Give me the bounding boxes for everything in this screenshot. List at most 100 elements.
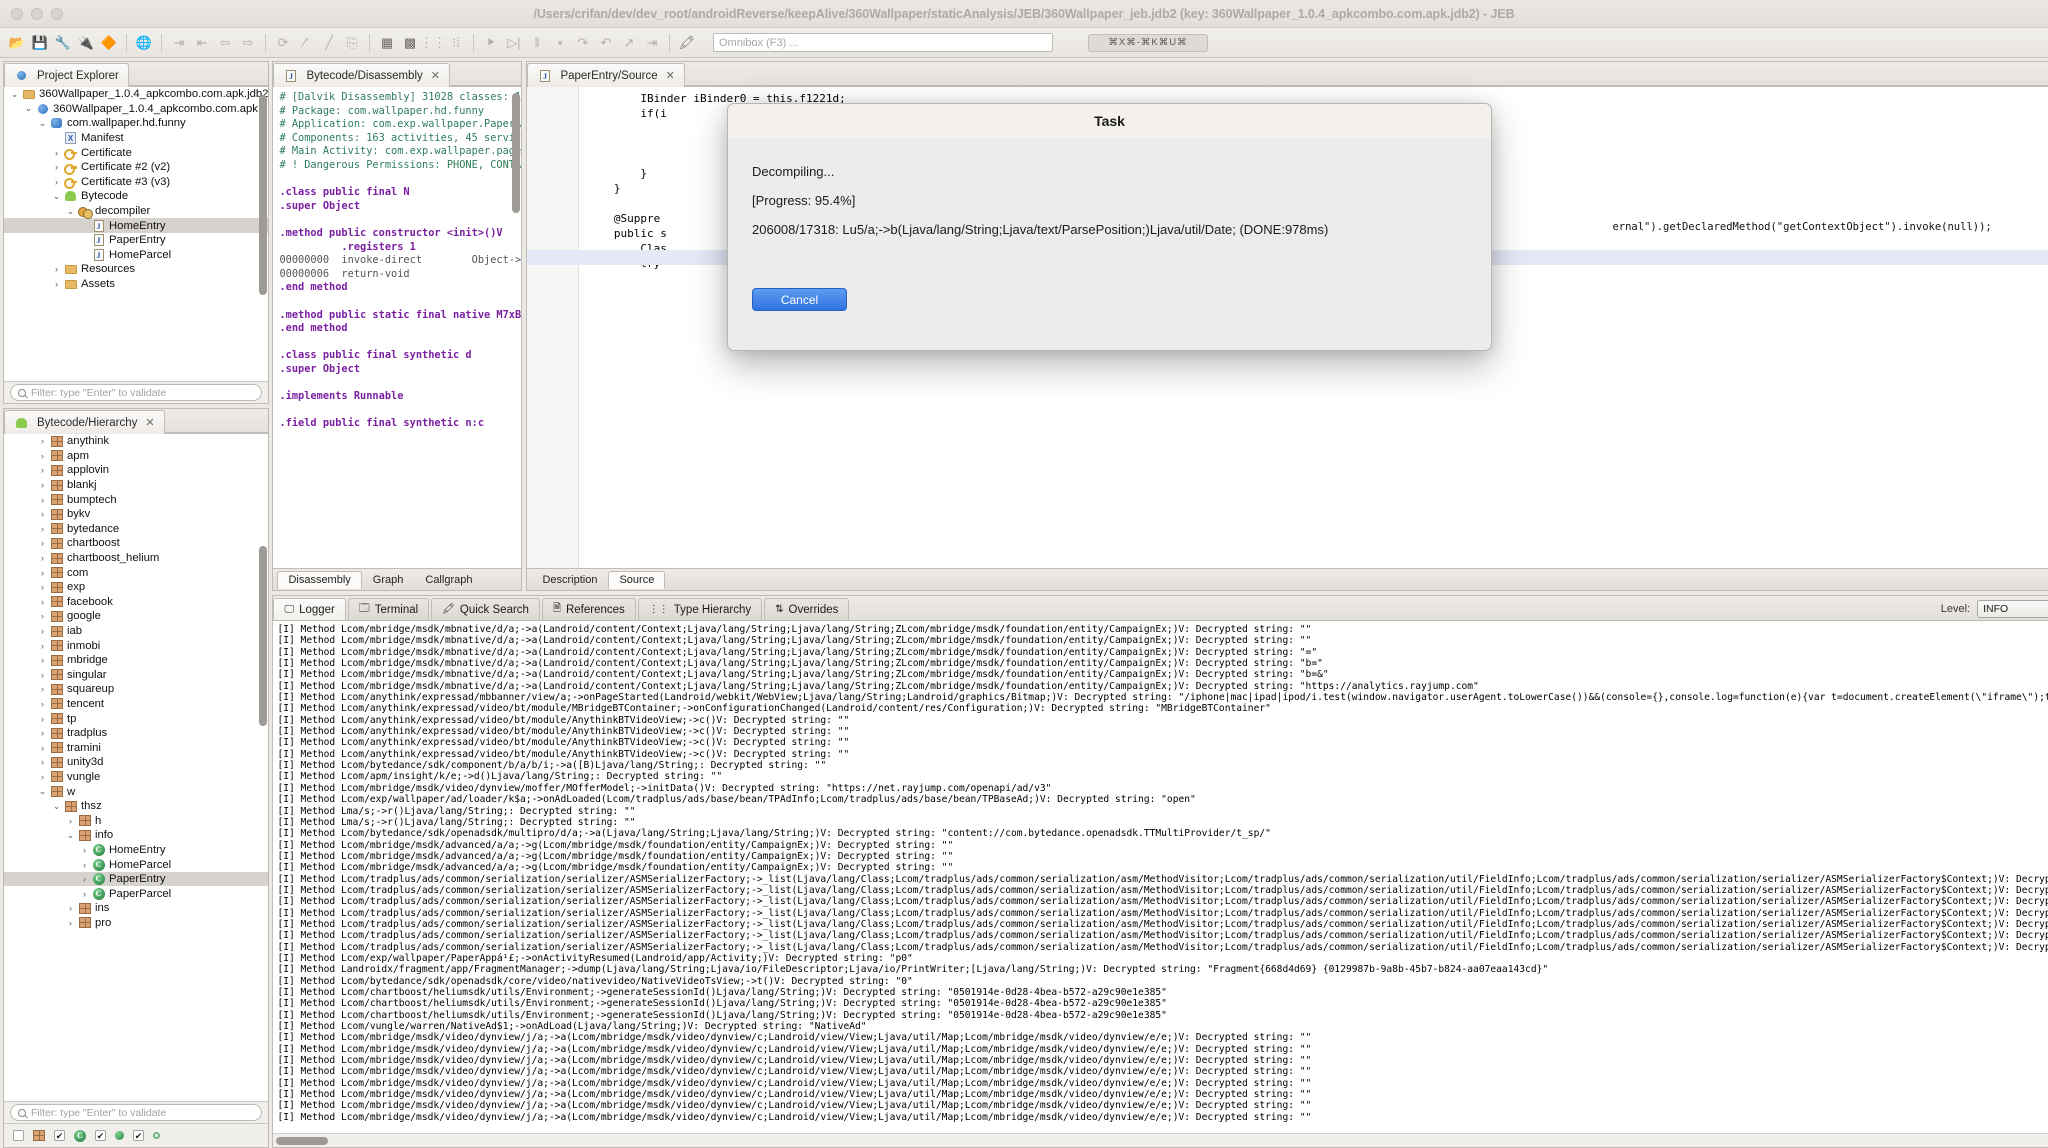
chevron-down-icon[interactable]: ⌄ [50, 801, 63, 812]
hierarchy-scrollbar[interactable] [259, 436, 268, 1099]
source-view-tabs[interactable]: Description Source [527, 568, 2048, 590]
logger-level-select[interactable]: INFO ▼ [1977, 600, 2048, 618]
chevron-right-icon[interactable]: › [36, 772, 49, 782]
tree-node[interactable]: › tp [4, 711, 268, 726]
disassembly-view-tabs[interactable]: Disassembly Graph Callgraph [273, 568, 522, 590]
logger-output[interactable]: [I] Method Lcom/mbridge/msdk/mbnative/d/… [273, 621, 2048, 1133]
tree-node[interactable]: X Manifest [4, 131, 268, 146]
quote-icon[interactable]: ⁄' [295, 32, 317, 54]
chevron-right-icon[interactable]: › [64, 816, 77, 826]
debug-run-icon[interactable]: ⯈ [480, 32, 502, 54]
logger-hscroll-thumb[interactable] [276, 1136, 329, 1145]
tab-overrides[interactable]: ⇅ Overrides [764, 598, 850, 620]
tab-type-hierarchy[interactable]: ⋮⋮ Type Hierarchy [637, 598, 763, 620]
tree-node[interactable]: › C HomeEntry [4, 843, 268, 858]
tree-node[interactable]: › unity3d [4, 755, 268, 770]
refresh-icon[interactable]: ⟳ [272, 32, 294, 54]
chevron-right-icon[interactable]: › [36, 553, 49, 563]
step-into-icon[interactable]: ↶ [595, 32, 617, 54]
tree-node[interactable]: › facebook [4, 595, 268, 610]
tree-node[interactable]: › h [4, 813, 268, 828]
stop-icon[interactable]: ▪ [549, 32, 571, 54]
tree-node[interactable]: › anythink [4, 434, 268, 449]
tree-node[interactable]: ⌄ 360Wallpaper_1.0.4_apkcombo.com.apk.jdb… [4, 87, 269, 102]
chevron-right-icon[interactable]: › [50, 264, 63, 274]
close-icon[interactable]: ✕ [666, 69, 675, 82]
chevron-right-icon[interactable]: › [36, 480, 49, 490]
structure-icon[interactable]: ⁝⁞ [445, 32, 467, 54]
chevron-down-icon[interactable]: ⌄ [8, 89, 21, 100]
warning-icon[interactable]: 🔶 [98, 32, 120, 54]
goto-icon[interactable]: ⇥ [168, 32, 190, 54]
tree-node[interactable]: › Certificate [4, 145, 268, 161]
plugin-icon[interactable]: 🔌 [75, 32, 97, 54]
chevron-right-icon[interactable]: › [78, 860, 91, 870]
tab-project-explorer[interactable]: Project Explorer [4, 63, 129, 87]
slash-icon[interactable]: ╱ [318, 32, 340, 54]
tree-node[interactable]: › tencent [4, 697, 268, 712]
omnibox-input[interactable]: Omnibox (F3) ... [713, 33, 1053, 52]
hierarchy-icon[interactable]: ⋮⋮ [420, 32, 446, 54]
forward-arrow-icon[interactable]: ⇨ [237, 32, 259, 54]
tree-node[interactable]: › bytedance [4, 522, 268, 537]
show-classes-checkbox[interactable]: ✔ [54, 1130, 65, 1141]
step-return-icon[interactable]: ⇥ [641, 32, 663, 54]
chevron-right-icon[interactable]: › [36, 714, 49, 724]
tab-source[interactable]: Source [608, 570, 666, 589]
tree-node[interactable]: ⌄ Bytecode [4, 189, 268, 204]
tree-node[interactable]: › google [4, 609, 268, 624]
tree-node[interactable]: › iab [4, 624, 268, 639]
chevron-down-icon[interactable]: ⌄ [36, 786, 49, 797]
chevron-right-icon[interactable]: › [36, 684, 49, 694]
tree-node[interactable]: › Certificate #3 (v3) [4, 175, 268, 190]
chevron-right-icon[interactable]: › [36, 670, 49, 680]
save-icon[interactable]: 💾 [29, 32, 51, 54]
show-packages-checkbox[interactable] [13, 1130, 24, 1141]
chevron-down-icon[interactable]: ⌄ [50, 191, 63, 202]
open-folder-icon[interactable]: 📂 [6, 32, 28, 54]
chevron-right-icon[interactable]: › [36, 699, 49, 709]
tree-node[interactable]: ⌄ info [4, 828, 268, 843]
step-out-icon[interactable]: ↗ [618, 32, 640, 54]
tree-node[interactable]: › ins [4, 901, 268, 916]
chevron-right-icon[interactable]: › [50, 162, 63, 172]
chevron-right-icon[interactable]: › [64, 918, 77, 928]
minimize-window-button[interactable] [31, 7, 43, 20]
tree-node[interactable]: ⌄ w [4, 784, 268, 799]
tab-bytecode-hierarchy[interactable]: Bytecode/Hierarchy ✕ [4, 410, 165, 434]
tab-bytecode-disassembly[interactable]: J Bytecode/Disassembly ✕ [273, 63, 450, 87]
tree-node[interactable]: › squareup [4, 682, 268, 697]
highlight-icon[interactable]: 🖍 [676, 32, 698, 54]
tab-quick-search[interactable]: 🖍 Quick Search [431, 598, 540, 620]
table-icon[interactable]: ▦ [376, 32, 398, 54]
window-traffic-lights[interactable] [11, 7, 63, 20]
tree-node[interactable]: › Certificate #2 (v2) [4, 160, 268, 175]
goto-address-icon[interactable]: ⇤ [191, 32, 213, 54]
tab-terminal[interactable]: 🗔 Terminal [347, 598, 430, 620]
chevron-right-icon[interactable]: › [36, 568, 49, 578]
tree-node[interactable]: › Assets [4, 277, 268, 292]
project-explorer-scrollbar[interactable] [259, 89, 268, 379]
tree-node[interactable]: › exp [4, 580, 268, 595]
step-over-icon[interactable]: ↷ [572, 32, 594, 54]
chevron-right-icon[interactable]: › [36, 495, 49, 505]
tree-node[interactable]: › Resources [4, 262, 268, 277]
chevron-right-icon[interactable]: › [50, 177, 63, 187]
tree-node[interactable]: › tramini [4, 740, 268, 755]
tab-references[interactable]: 🗎 References [541, 598, 636, 620]
chevron-right-icon[interactable]: › [64, 903, 77, 913]
tree-node[interactable]: › bykv [4, 507, 268, 522]
tree-node[interactable]: ⌄ com.wallpaper.hd.funny [4, 116, 268, 131]
tree-node[interactable]: › inmobi [4, 638, 268, 653]
close-icon[interactable]: ✕ [431, 69, 440, 82]
tree-node[interactable]: › singular [4, 668, 268, 683]
chevron-right-icon[interactable]: › [78, 874, 91, 884]
chevron-right-icon[interactable]: › [36, 451, 49, 461]
tree-node[interactable]: › C HomeParcel [4, 857, 268, 872]
chevron-right-icon[interactable]: › [36, 465, 49, 475]
chevron-down-icon[interactable]: ⌄ [64, 206, 77, 217]
project-explorer-tree[interactable]: ⌄ 360Wallpaper_1.0.4_apkcombo.com.apk.jdb… [4, 87, 269, 381]
tree-node[interactable]: › vungle [4, 770, 268, 785]
tree-node[interactable]: › mbridge [4, 653, 268, 668]
hierarchy-filter-input[interactable]: Filter: type "Enter" to validate [10, 1104, 263, 1121]
